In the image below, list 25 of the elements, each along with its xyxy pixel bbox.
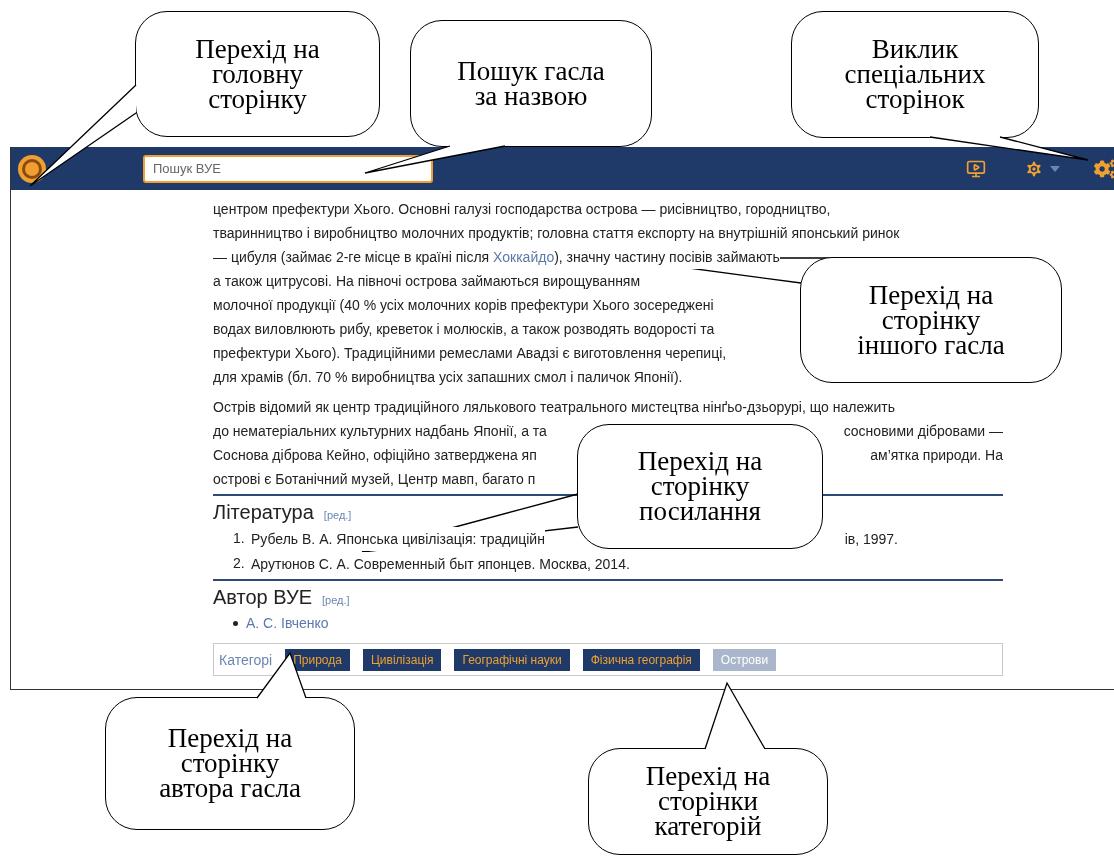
callout-bubble: Перехід на сторінку іншого гасла — [800, 257, 1062, 383]
author-link[interactable]: А. С. Івченко — [246, 611, 329, 635]
edit-link[interactable]: [ред.] — [322, 594, 350, 606]
callout-bubble: Перехід на головну сторінку — [135, 11, 380, 137]
section-heading: Автор ВУЕ — [213, 586, 312, 609]
category-tag[interactable]: Цивілізація — [362, 648, 442, 671]
paragraph-text: Рубель В. А. Японська цивілізація: традиційн — [251, 526, 545, 551]
edit-link[interactable]: [ред.] — [323, 509, 352, 521]
logo-icon[interactable] — [17, 153, 47, 184]
bullet-icon — [233, 620, 238, 626]
categories-label: Категорі — [219, 651, 273, 668]
section-heading: Література — [213, 501, 314, 524]
caret-icon[interactable] — [1050, 165, 1060, 172]
callout-bubble: Перехід на сторінку автора гасла — [105, 697, 355, 830]
callout-pointer — [704, 681, 766, 750]
category-tag[interactable]: Природа — [285, 648, 350, 671]
category-tag[interactable]: Географічні науки — [454, 648, 570, 671]
article-link[interactable]: Хоккайдо — [493, 249, 555, 265]
callout-bubble: Перехід на сторінку посилання — [577, 424, 823, 549]
gears-icon[interactable] — [1094, 156, 1114, 181]
list-number: 1. — [233, 529, 246, 548]
category-tag[interactable]: Фізична географія — [582, 648, 700, 671]
list-number: 2. — [233, 554, 246, 573]
settings-icon[interactable] — [1024, 158, 1044, 179]
monitor-play-icon[interactable] — [966, 158, 986, 179]
